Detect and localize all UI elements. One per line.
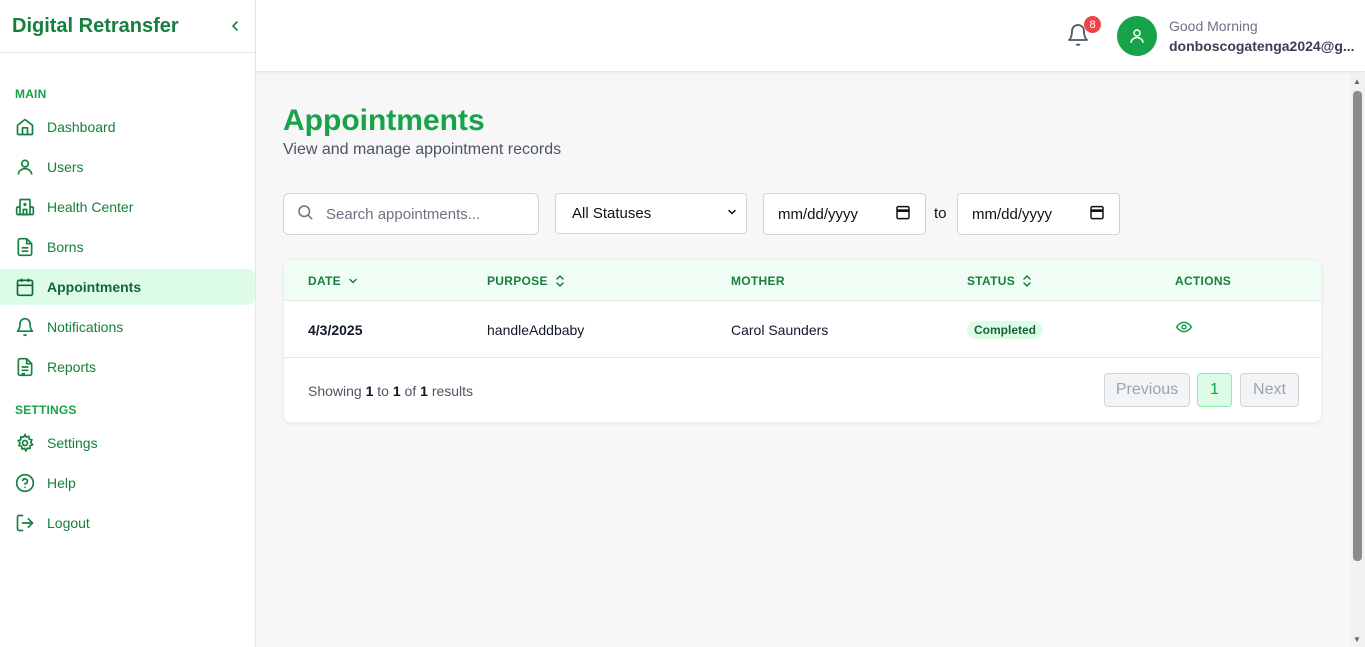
cell-date: 4/3/2025 <box>308 322 363 338</box>
summary-results: results <box>431 383 474 399</box>
gear-icon <box>15 433 35 453</box>
sidebar-item-label: Help <box>47 475 76 491</box>
report-icon <box>15 357 35 377</box>
sidebar-item-logout[interactable]: Logout <box>0 505 255 541</box>
column-header-actions: ACTIONS <box>1175 274 1231 288</box>
document-icon <box>15 237 35 257</box>
logout-icon <box>15 513 35 533</box>
scrollbar-thumb[interactable] <box>1353 91 1362 561</box>
chevron-down-icon <box>726 205 738 222</box>
sort-icon[interactable] <box>1021 274 1033 288</box>
sidebar-item-label: Reports <box>47 359 97 375</box>
column-label: PURPOSE <box>487 274 548 288</box>
search-box <box>283 193 539 235</box>
previous-page-button[interactable]: Previous <box>1104 373 1190 407</box>
user-icon <box>15 157 35 177</box>
view-eye-icon[interactable] <box>1175 319 1193 340</box>
next-page-button[interactable]: Next <box>1240 373 1299 407</box>
summary-to: 1 <box>392 383 401 399</box>
brand-bar: Digital Retransfer <box>0 0 255 53</box>
summary-from: 1 <box>365 383 374 399</box>
sort-icon[interactable] <box>554 274 566 288</box>
sidebar-item-label: Settings <box>47 435 98 451</box>
column-label: STATUS <box>967 274 1016 288</box>
sidebar-item-label: Users <box>47 159 84 175</box>
sidebar-item-borns[interactable]: Borns <box>0 229 255 265</box>
main-content: Appointments View and manage appointment… <box>256 73 1350 647</box>
date-range-to-label: to <box>934 205 947 222</box>
avatar[interactable] <box>1117 16 1157 56</box>
date-from-input[interactable]: mm/dd/yyyy <box>763 193 926 235</box>
cell-mother: Carol Saunders <box>731 322 829 338</box>
sidebar-item-label: Borns <box>47 239 84 255</box>
user-email[interactable]: donboscogatenga2024@g... <box>1169 38 1355 54</box>
column-header-mother: MOTHER <box>731 274 785 288</box>
notification-count-badge: 8 <box>1084 16 1101 33</box>
sidebar-item-label: Appointments <box>47 279 142 295</box>
cell-purpose: handleAddbaby <box>487 322 585 338</box>
status-filter-select[interactable]: All Statuses <box>555 193 747 234</box>
summary-of-word: of <box>404 383 417 399</box>
bell-icon <box>15 317 35 337</box>
sidebar-item-label: Notifications <box>47 319 124 335</box>
table-header: DATE PURPOSE MOTHER STATUS ACTIONS <box>284 260 1321 301</box>
calendar-picker-icon[interactable] <box>1089 204 1105 224</box>
results-summary: Showing 1 to 1 of 1 results <box>308 383 473 399</box>
appointments-table: DATE PURPOSE MOTHER STATUS ACTIONS 4/3/2… <box>283 259 1322 423</box>
current-page-button[interactable]: 1 <box>1197 373 1232 407</box>
summary-total: 1 <box>420 383 428 399</box>
section-label-main: MAIN <box>15 87 47 101</box>
sort-desc-icon[interactable] <box>347 275 359 287</box>
page-title: Appointments <box>283 104 485 137</box>
top-header: 8 Good Morning donboscogatenga2024@g... <box>256 0 1365 72</box>
collapse-sidebar-icon[interactable] <box>227 18 243 34</box>
app-title: Digital Retransfer <box>12 14 179 37</box>
summary-showing: Showing <box>308 383 362 399</box>
table-row[interactable]: 4/3/2025 handleAddbaby Carol Saunders Co… <box>284 301 1321 358</box>
column-label: MOTHER <box>731 274 785 288</box>
help-icon <box>15 473 35 493</box>
sidebar-item-reports[interactable]: Reports <box>0 349 255 385</box>
sidebar-item-label: Logout <box>47 515 90 531</box>
calendar-icon <box>15 277 35 297</box>
hospital-icon <box>15 197 35 217</box>
home-icon <box>15 117 35 137</box>
sidebar-item-help[interactable]: Help <box>0 465 255 501</box>
sidebar-item-dashboard[interactable]: Dashboard <box>0 109 255 145</box>
sidebar-item-users[interactable]: Users <box>0 149 255 185</box>
date-to-input[interactable]: mm/dd/yyyy <box>957 193 1120 235</box>
sidebar-item-settings[interactable]: Settings <box>0 425 255 461</box>
search-input[interactable] <box>326 205 526 223</box>
status-filter-value: All Statuses <box>572 205 652 222</box>
status-badge: Completed <box>967 321 1044 339</box>
scroll-down-arrow-icon[interactable]: ▼ <box>1353 635 1361 644</box>
sidebar-item-label: Health Center <box>47 199 134 215</box>
date-from-value: mm/dd/yyyy <box>778 205 859 223</box>
sidebar-item-health-center[interactable]: Health Center <box>0 189 255 225</box>
sidebar-item-appointments[interactable]: Appointments <box>0 269 255 305</box>
column-header-purpose[interactable]: PURPOSE <box>487 274 566 288</box>
section-label-settings: SETTINGS <box>15 403 77 417</box>
column-header-status[interactable]: STATUS <box>967 274 1033 288</box>
sidebar: Digital Retransfer MAIN Dashboard Users … <box>0 0 256 647</box>
sidebar-item-notifications[interactable]: Notifications <box>0 309 255 345</box>
column-header-date[interactable]: DATE <box>308 274 359 288</box>
page-subtitle: View and manage appointment records <box>283 141 562 158</box>
scroll-up-arrow-icon[interactable]: ▲ <box>1353 77 1361 86</box>
search-icon <box>296 203 314 226</box>
column-label: DATE <box>308 274 341 288</box>
greeting-text: Good Morning <box>1169 18 1258 34</box>
calendar-picker-icon[interactable] <box>895 204 911 224</box>
summary-to-word: to <box>377 383 389 399</box>
column-label: ACTIONS <box>1175 274 1232 288</box>
page-scrollbar[interactable]: ▲ ▼ <box>1350 73 1365 647</box>
date-to-value: mm/dd/yyyy <box>972 205 1053 223</box>
sidebar-item-label: Dashboard <box>47 119 116 135</box>
